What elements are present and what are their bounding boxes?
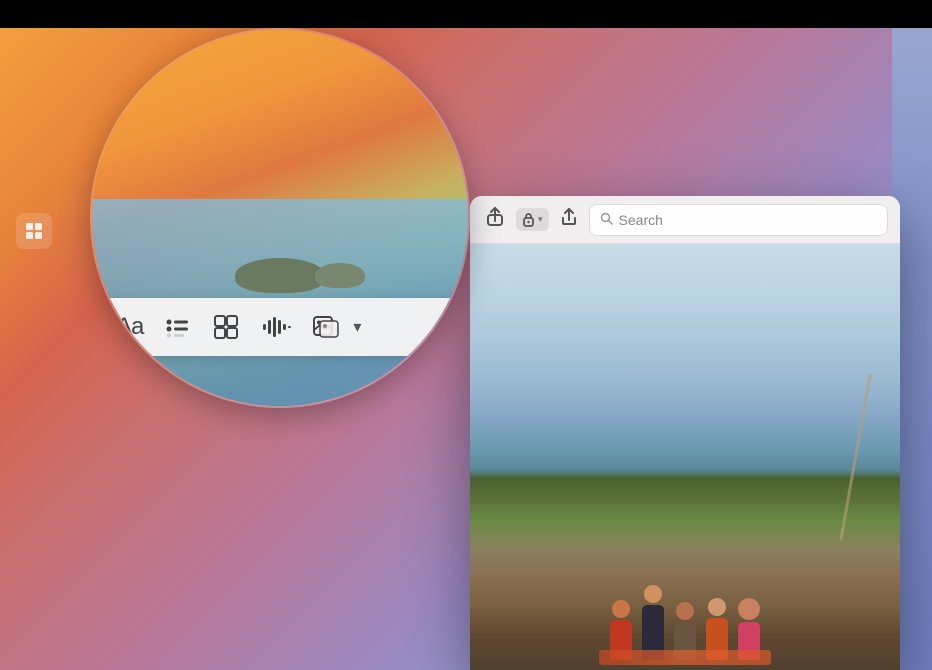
person-2 — [642, 585, 664, 660]
magnifier-toolbar: Aa — [92, 298, 468, 356]
photo-scene — [470, 244, 900, 670]
media-icon[interactable] — [313, 316, 339, 338]
person-2-head — [644, 585, 662, 603]
person-3-head — [676, 602, 694, 620]
browser-window: ▾ Search — [470, 196, 900, 670]
toolbar-dropdown-arrow[interactable]: ▾ — [353, 317, 361, 337]
upload-button[interactable] — [557, 204, 581, 235]
magnifier-content: Aa — [92, 30, 468, 406]
figures-group — [470, 478, 900, 670]
browser-toolbar: ▾ Search — [470, 196, 900, 244]
person-4-head — [708, 598, 726, 616]
audio-waveform-icon[interactable] — [261, 316, 291, 338]
person-1-head — [612, 600, 630, 618]
search-placeholder-text: Search — [619, 212, 663, 228]
list-icon[interactable] — [165, 316, 191, 338]
magnifier-circle: Aa — [90, 28, 470, 408]
search-icon — [600, 212, 613, 228]
share-button[interactable] — [482, 203, 508, 236]
menu-bar — [0, 0, 932, 28]
search-bar[interactable]: Search — [589, 204, 888, 236]
blanket — [599, 650, 771, 665]
edit-compose-button[interactable] — [16, 213, 52, 249]
person-5-head — [738, 598, 760, 620]
circle-rocks — [235, 258, 325, 293]
lock-button[interactable]: ▾ — [516, 208, 549, 231]
table-icon[interactable] — [213, 314, 239, 340]
font-size-icon[interactable]: Aa — [116, 313, 143, 341]
browser-content — [470, 244, 900, 670]
lock-chevron: ▾ — [538, 214, 543, 225]
